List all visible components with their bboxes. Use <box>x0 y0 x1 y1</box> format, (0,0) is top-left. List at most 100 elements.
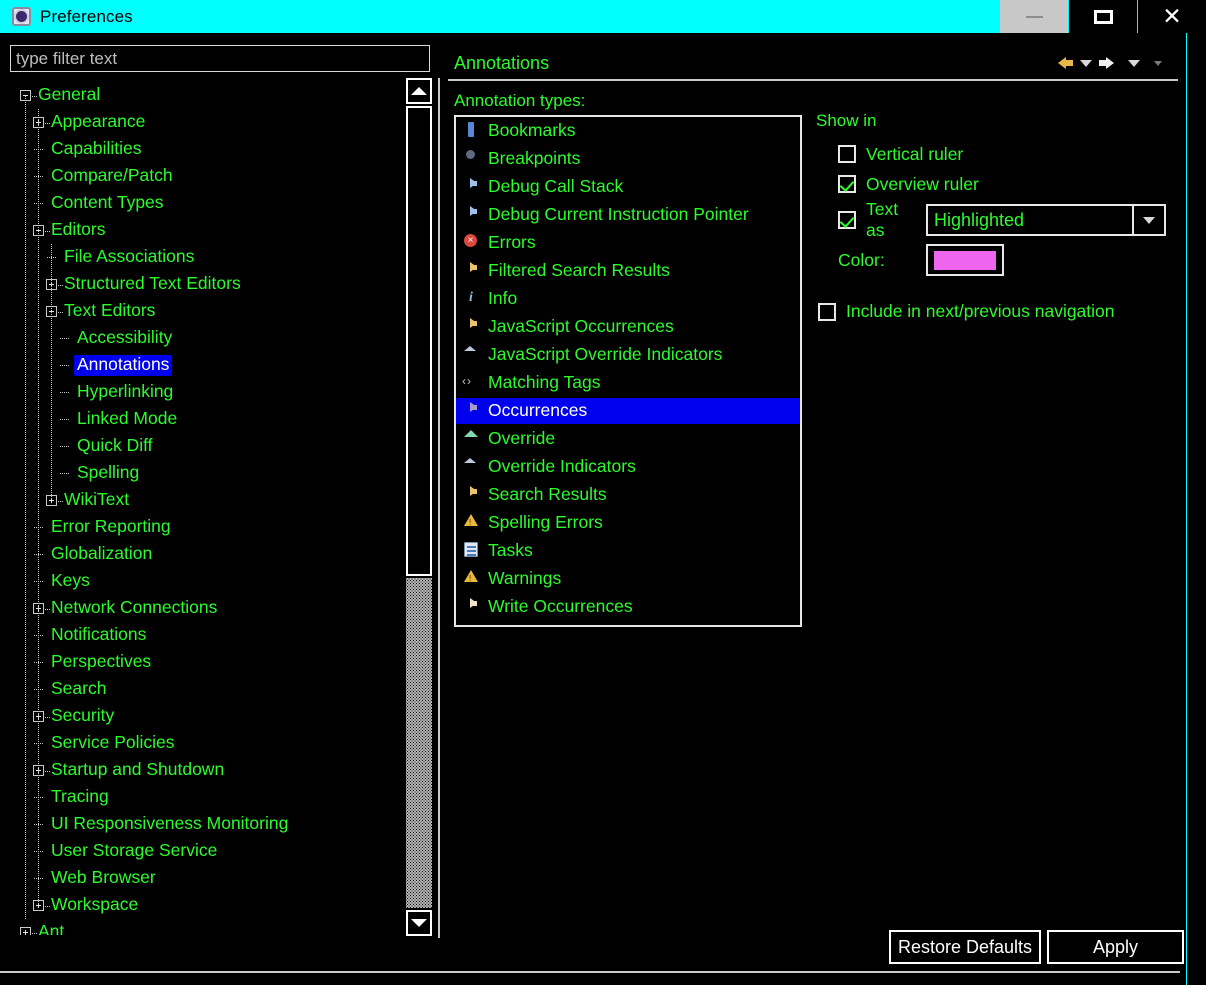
tree-item-compare-patch[interactable]: Compare/Patch <box>10 163 410 190</box>
annotation-type-row[interactable]: Override Indicators <box>456 453 800 481</box>
overview-ruler-checkbox[interactable] <box>838 175 856 193</box>
back-history-menu[interactable] <box>1074 51 1098 75</box>
tree-item-general[interactable]: General <box>10 82 410 109</box>
window-title-bar: Preferences ✕ <box>0 0 1206 33</box>
tree-item-security[interactable]: Security <box>10 703 410 730</box>
tree-item-structured-text-editors[interactable]: Structured Text Editors <box>10 271 410 298</box>
tree-item-notifications[interactable]: Notifications <box>10 622 410 649</box>
filter-text-input[interactable] <box>10 45 430 72</box>
back-button[interactable] <box>1050 51 1074 75</box>
chevron-down-icon <box>1080 59 1092 67</box>
annotation-type-row[interactable]: Debug Current Instruction Pointer <box>456 201 800 229</box>
annotation-type-label: Tasks <box>488 539 533 560</box>
preferences-dialog-body: General Appearance Capabilities Compare/Pat… <box>0 33 1186 985</box>
annotation-type-label: Warnings <box>488 567 562 588</box>
tree-item-error-reporting[interactable]: Error Reporting <box>10 514 410 541</box>
forward-history-menu[interactable] <box>1122 51 1146 75</box>
forward-button[interactable] <box>1098 51 1122 75</box>
overview-ruler-row[interactable]: Overview ruler <box>838 169 1166 199</box>
vertical-ruler-checkbox[interactable] <box>838 145 856 163</box>
tree-item-accessibility[interactable]: Accessibility <box>10 325 410 352</box>
tree-item-search[interactable]: Search <box>10 676 410 703</box>
tree-item-workspace[interactable]: Workspace <box>10 892 410 919</box>
tree-item-service-policies[interactable]: Service Policies <box>10 730 410 757</box>
tree-item-keys[interactable]: Keys <box>10 568 410 595</box>
tree-item-linked-mode[interactable]: Linked Mode <box>10 406 410 433</box>
tree-item-user-storage-service[interactable]: User Storage Service <box>10 838 410 865</box>
tree-item-globalization[interactable]: Globalization <box>10 541 410 568</box>
tree-item-ui-responsiveness-monitoring[interactable]: UI Responsiveness Monitoring <box>10 811 410 838</box>
tree-item-editors[interactable]: Editors <box>10 217 410 244</box>
pane-splitter[interactable] <box>438 78 440 938</box>
annotation-type-row[interactable]: i Info <box>456 285 800 313</box>
annotation-type-row[interactable]: × Errors <box>456 229 800 257</box>
tree-item-content-types[interactable]: Content Types <box>10 190 410 217</box>
page-title: Annotations <box>454 53 550 73</box>
annotation-type-row[interactable]: Bookmarks <box>456 117 800 145</box>
annotation-type-row[interactable]: JavaScript Override Indicators <box>456 341 800 369</box>
scrollbar-track[interactable] <box>406 578 432 908</box>
minimize-button[interactable] <box>999 0 1068 33</box>
tree-item-capabilities[interactable]: Capabilities <box>10 136 410 163</box>
annotation-type-label: Debug Current Instruction Pointer <box>488 203 749 224</box>
tree-item-quick-diff[interactable]: Quick Diff <box>10 433 410 460</box>
tree-item-wikitext[interactable]: WikiText <box>10 487 410 514</box>
annotation-type-row[interactable]: JavaScript Occurrences <box>456 313 800 341</box>
preferences-tree[interactable]: General Appearance Capabilities Compare/Pat… <box>10 82 430 935</box>
annotation-type-row[interactable]: Warnings <box>456 565 800 593</box>
text-as-dropdown[interactable]: Highlighted <box>925 204 1166 236</box>
restore-defaults-button[interactable]: Restore Defaults <box>889 930 1041 964</box>
overflow-menu-button[interactable] <box>1146 51 1170 75</box>
scrollbar-thumb[interactable] <box>406 106 432 576</box>
tree-item-ant[interactable]: Ant <box>10 919 410 935</box>
annotation-type-row[interactable]: Spelling Errors <box>456 509 800 537</box>
tree-item-hyperlinking[interactable]: Hyperlinking <box>10 379 410 406</box>
include-navigation-row[interactable]: Include in next/previous navigation <box>818 301 1166 322</box>
tree-item-annotations[interactable]: Annotations <box>10 352 410 379</box>
breakpoint-dot-icon <box>462 150 480 168</box>
annotation-type-row[interactable]: Breakpoints <box>456 145 800 173</box>
tree-item-label: General <box>38 84 101 105</box>
tree-item-label: Web Browser <box>51 867 156 888</box>
tree-guide <box>58 312 63 313</box>
annotation-type-row[interactable]: ‹› Matching Tags <box>456 369 800 397</box>
annotation-type-row[interactable]: Write Occurrences <box>456 593 800 621</box>
show-in-title: Show in <box>816 111 877 130</box>
annotation-type-row[interactable]: Override <box>456 425 800 453</box>
tree-vertical-scrollbar[interactable] <box>406 78 432 936</box>
annotation-type-row[interactable]: Debug Call Stack <box>456 173 800 201</box>
include-navigation-checkbox[interactable] <box>818 302 836 321</box>
annotation-type-row[interactable]: Filtered Search Results <box>456 257 800 285</box>
annotation-type-row[interactable]: Occurrences <box>456 397 800 425</box>
apply-button[interactable]: Apply <box>1047 930 1184 964</box>
dropdown-toggle[interactable] <box>1132 204 1166 236</box>
annotation-type-label: Debug Call Stack <box>488 175 624 196</box>
tree-item-label: UI Responsiveness Monitoring <box>51 813 289 834</box>
tree-item-web-browser[interactable]: Web Browser <box>10 865 410 892</box>
close-button[interactable]: ✕ <box>1137 0 1206 33</box>
tree-item-label: Linked Mode <box>77 408 178 429</box>
vertical-ruler-row[interactable]: Vertical ruler <box>838 139 1166 169</box>
annotation-types-list[interactable]: Bookmarks Breakpoints Debug Call Stack Debu… <box>454 115 802 627</box>
text-as-checkbox[interactable] <box>838 211 856 229</box>
tree-item-text-editors[interactable]: Text Editors <box>10 298 410 325</box>
tree-item-file-associations[interactable]: File Associations <box>10 244 410 271</box>
tree-item-spelling[interactable]: Spelling <box>10 460 410 487</box>
maximize-button[interactable] <box>1068 0 1137 33</box>
text-as-row[interactable]: Text as Highlighted <box>838 199 1166 241</box>
tree-item-network-connections[interactable]: Network Connections <box>10 595 410 622</box>
tree-item-startup-and-shutdown[interactable]: Startup and Shutdown <box>10 757 410 784</box>
color-picker-button[interactable] <box>926 244 1004 276</box>
tree-item-appearance[interactable]: Appearance <box>10 109 410 136</box>
tree-item-label: Appearance <box>51 111 146 132</box>
annotation-type-row[interactable]: Tasks <box>456 537 800 565</box>
scroll-up-button[interactable] <box>406 78 432 104</box>
expand-icon[interactable] <box>20 927 37 935</box>
annotation-type-row[interactable]: Search Results <box>456 481 800 509</box>
tree-item-perspectives[interactable]: Perspectives <box>10 649 410 676</box>
scroll-down-button[interactable] <box>406 910 432 936</box>
annotation-types-label: Annotation types: <box>454 91 586 110</box>
tree-item-tracing[interactable]: Tracing <box>10 784 410 811</box>
tree-item-label: Spelling <box>77 462 140 483</box>
dialog-footer: ? OK Cancel <box>0 973 1186 985</box>
